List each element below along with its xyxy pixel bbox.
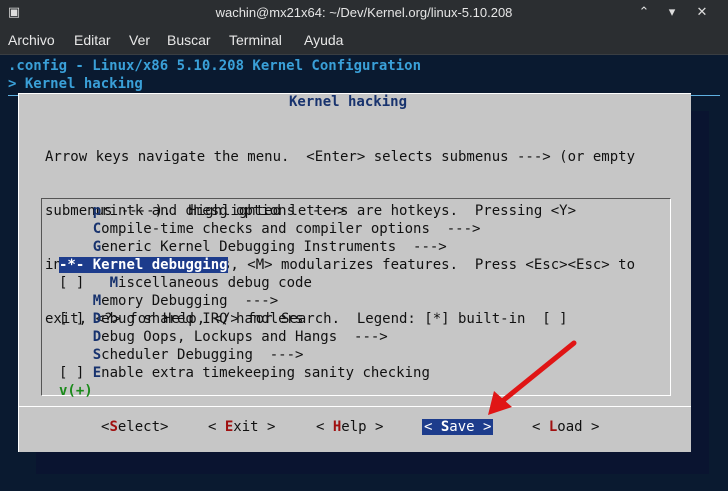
menu-editar[interactable]: Editar: [74, 32, 111, 48]
menu-ver[interactable]: Ver: [129, 32, 150, 48]
chevron-up-icon[interactable]: ⌃: [634, 3, 654, 23]
menu-archivo[interactable]: Archivo: [8, 32, 55, 48]
window-title: wachin@mx21x64: ~/Dev/Kernel.org/linux-5…: [215, 5, 513, 20]
menu-terminal[interactable]: Terminal: [229, 32, 282, 48]
minimize-icon[interactable]: ▾: [662, 3, 682, 23]
menu-buscar[interactable]: Buscar: [167, 32, 211, 48]
arrow-shaft: [497, 340, 577, 406]
red-arrow-annotation: [488, 340, 577, 415]
menu-ayuda[interactable]: Ayuda: [304, 32, 343, 48]
menubar: Archivo Editar Ver Buscar Terminal Ayuda: [0, 26, 728, 55]
window-titlebar: ▣ wachin@mx21x64: ~/Dev/Kernel.org/linux…: [0, 0, 728, 26]
close-icon[interactable]: ✕: [692, 3, 712, 23]
terminal-area[interactable]: .config - Linux/x86 5.10.208 Kernel Conf…: [0, 55, 728, 491]
